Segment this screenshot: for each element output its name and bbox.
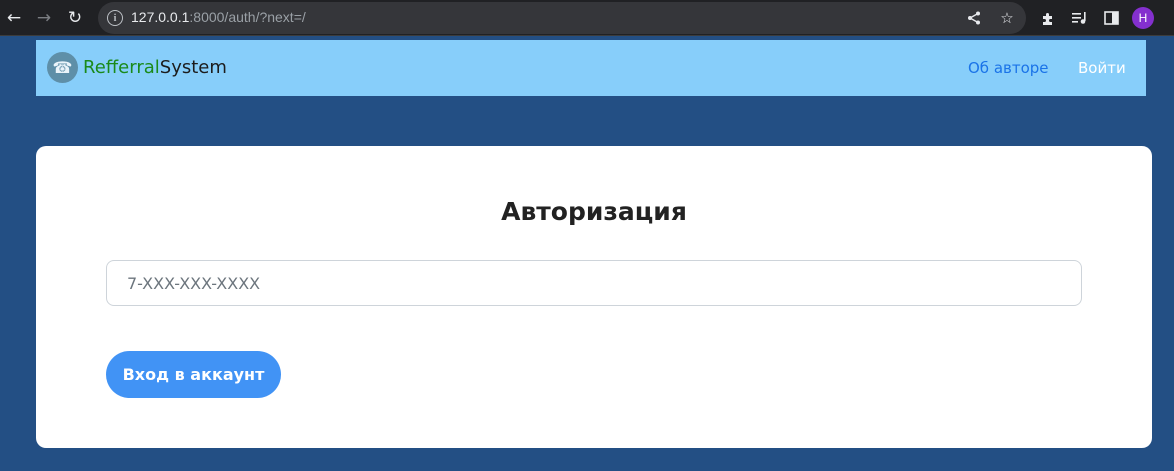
side-panel-icon[interactable] bbox=[1099, 6, 1123, 30]
reload-icon[interactable]: ↻ bbox=[63, 6, 87, 30]
brand-part2: System bbox=[159, 57, 227, 78]
browser-toolbar: ← → ↻ i 127.0.0.1:8000/auth/?next=/ ☆ H bbox=[0, 0, 1174, 36]
profile-avatar[interactable]: H bbox=[1132, 7, 1154, 29]
forward-icon[interactable]: → bbox=[32, 6, 56, 30]
puzzle-icon[interactable] bbox=[1036, 6, 1060, 30]
brand-part1: Refferral bbox=[83, 57, 160, 78]
media-queue-icon[interactable] bbox=[1068, 6, 1092, 30]
nav-link-login[interactable]: Войти bbox=[1078, 59, 1126, 77]
page-title: Авторизация bbox=[501, 197, 687, 226]
login-button[interactable]: Вход в аккаунт bbox=[106, 351, 281, 398]
telephone-icon[interactable]: ☎ bbox=[47, 52, 78, 83]
address-bar[interactable]: i 127.0.0.1:8000/auth/?next=/ ☆ bbox=[98, 2, 1026, 34]
back-icon[interactable]: ← bbox=[2, 6, 26, 30]
url-path: :8000/auth/?next=/ bbox=[189, 9, 306, 25]
phone-input[interactable] bbox=[106, 260, 1082, 306]
star-icon[interactable]: ☆ bbox=[997, 8, 1017, 28]
info-icon[interactable]: i bbox=[107, 10, 123, 26]
nav-link-about[interactable]: Об авторе bbox=[968, 59, 1049, 77]
auth-card: Авторизация Вход в аккаунт bbox=[36, 146, 1152, 448]
share-icon[interactable] bbox=[964, 8, 984, 28]
url-host: 127.0.0.1 bbox=[131, 9, 190, 25]
site-navbar: ☎ RefferralSystem Об авторе Войти bbox=[36, 40, 1146, 96]
url-text[interactable]: 127.0.0.1:8000/auth/?next=/ bbox=[131, 9, 306, 25]
brand-logo[interactable]: RefferralSystem bbox=[83, 57, 227, 78]
